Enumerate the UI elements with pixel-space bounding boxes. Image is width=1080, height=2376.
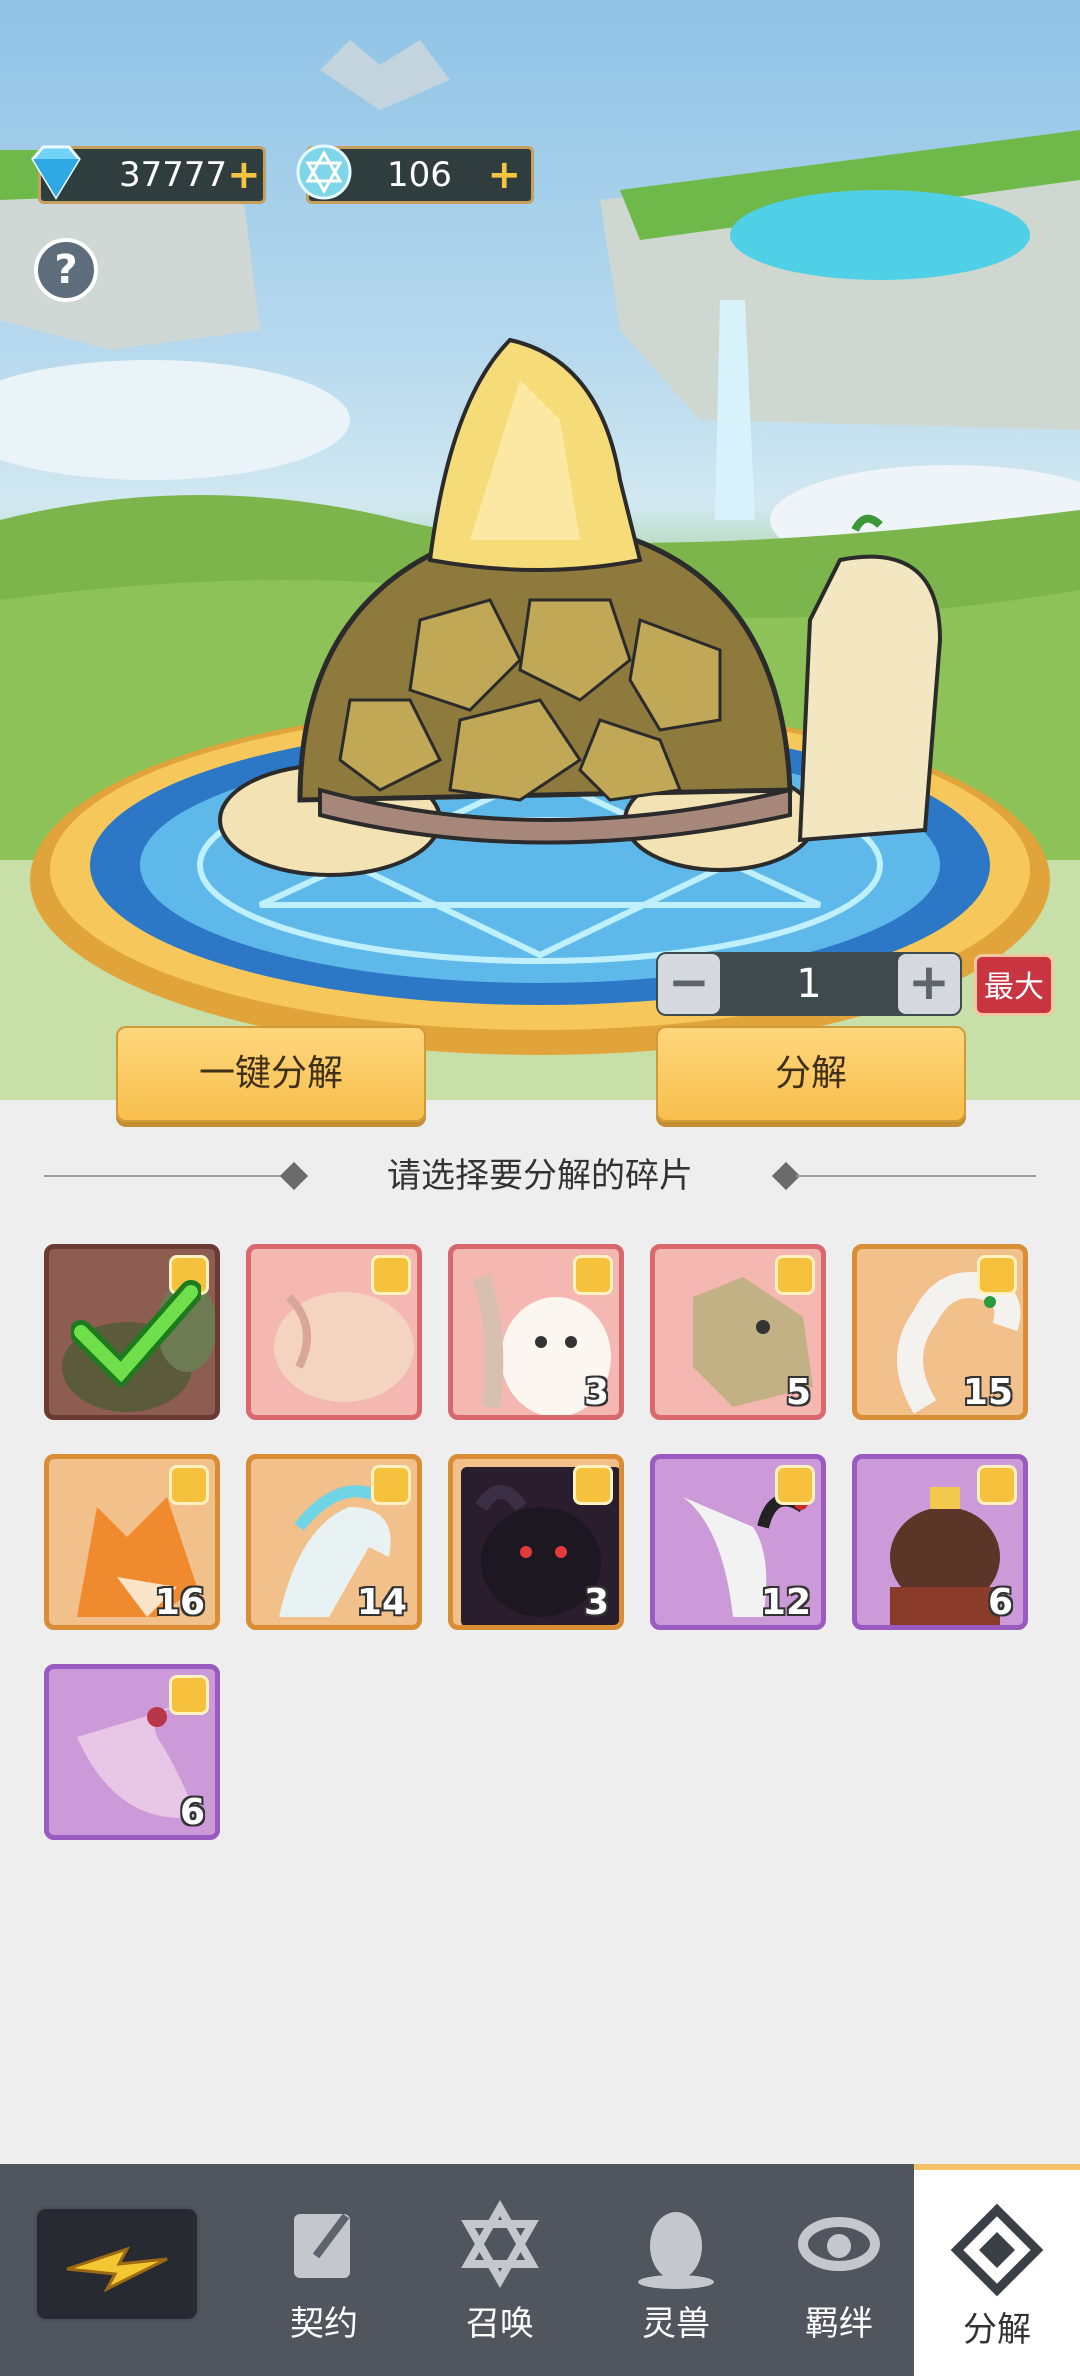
tab-label: 羁绊 (805, 2304, 873, 2344)
checkmark-icon (71, 1280, 201, 1387)
fragment-card-unicorn[interactable]: 14 (246, 1454, 422, 1630)
tab-bond[interactable]: 羁绊 (764, 2164, 914, 2376)
puzzle-piece-icon (371, 1255, 411, 1295)
bottom-nav: 契约 召唤 灵兽 羁绊 分解 (0, 2164, 1080, 2376)
fragment-count: 16 (154, 1582, 205, 1623)
fragment-count: 15 (962, 1372, 1013, 1413)
fragment-card-pig[interactable] (246, 1244, 422, 1420)
puzzle-piece-icon (573, 1465, 613, 1505)
divider-line-right (796, 1175, 1036, 1177)
question-icon[interactable]: ? (34, 238, 98, 302)
decompose-icon (950, 2203, 1044, 2297)
fragment-count: 6 (179, 1792, 205, 1833)
puzzle-piece-icon (775, 1255, 815, 1295)
back-button[interactable] (34, 2206, 200, 2322)
fragment-card-crane[interactable]: 12 (650, 1454, 826, 1630)
puzzle-piece-icon (169, 1675, 209, 1715)
quantity-value[interactable]: 1 (726, 952, 892, 1016)
egg-icon (638, 2212, 714, 2289)
section-divider: 请选择要分解的碎片 (44, 1156, 1036, 1196)
fragment-card-head[interactable]: 6 (852, 1454, 1028, 1630)
tab-contract[interactable]: 契约 (236, 2164, 412, 2376)
star-counter: 106 + (296, 144, 534, 204)
lightning-back-icon (66, 2246, 168, 2293)
fragment-count: 5 (785, 1372, 811, 1413)
puzzle-piece-icon (977, 1255, 1017, 1295)
star-value: 106 (387, 155, 452, 195)
star-crystal-icon (296, 144, 352, 200)
puzzle-piece-icon (573, 1255, 613, 1295)
puzzle-piece-icon (775, 1465, 815, 1505)
puzzle-piece-icon (169, 1465, 209, 1505)
summon-icon (461, 2199, 539, 2289)
add-diamond-button[interactable]: + (227, 152, 261, 198)
tab-spirit-beast[interactable]: 灵兽 (588, 2164, 764, 2376)
bond-icon (798, 2217, 880, 2271)
fragment-card-cat[interactable]: 3 (448, 1244, 624, 1420)
tab-label: 契约 (290, 2304, 358, 2344)
plus-button[interactable]: + (898, 954, 960, 1014)
decompose-button[interactable]: 分解 (656, 1026, 966, 1122)
fragment-card-bird[interactable]: 6 (44, 1664, 220, 1840)
tab-label: 召唤 (466, 2304, 534, 2344)
tab-summon[interactable]: 召唤 (412, 2164, 588, 2376)
minus-button[interactable]: − (658, 954, 720, 1014)
contract-icon (294, 2213, 350, 2278)
quantity-stepper: − 1 + (656, 952, 962, 1016)
diamond-value: 37777 (119, 155, 228, 195)
fragment-card-ox[interactable]: 3 (448, 1454, 624, 1630)
fragment-card-turtle[interactable] (44, 1244, 220, 1420)
tab-label: 灵兽 (642, 2304, 710, 2344)
fragment-count: 3 (583, 1582, 609, 1623)
fragment-count: 6 (987, 1582, 1013, 1623)
fragment-card-fox[interactable]: 16 (44, 1454, 220, 1630)
fragment-count: 3 (583, 1372, 609, 1413)
one-click-decompose-button[interactable]: 一键分解 (116, 1026, 426, 1122)
fragment-count: 14 (356, 1582, 407, 1623)
fragment-card-dragon[interactable]: 5 (650, 1244, 826, 1420)
add-star-button[interactable]: + (487, 152, 521, 198)
tab-decompose[interactable]: 分解 (914, 2164, 1080, 2376)
puzzle-piece-icon (977, 1465, 1017, 1505)
diamond-counter: 37777 + (31, 145, 266, 204)
tab-label: 分解 (963, 2310, 1031, 2350)
diamond-icon (31, 145, 81, 200)
puzzle-piece-icon (371, 1465, 411, 1505)
fragment-count: 12 (760, 1582, 811, 1623)
fragment-card-snake[interactable]: 15 (852, 1244, 1028, 1420)
max-button[interactable]: 最大 (974, 954, 1054, 1016)
